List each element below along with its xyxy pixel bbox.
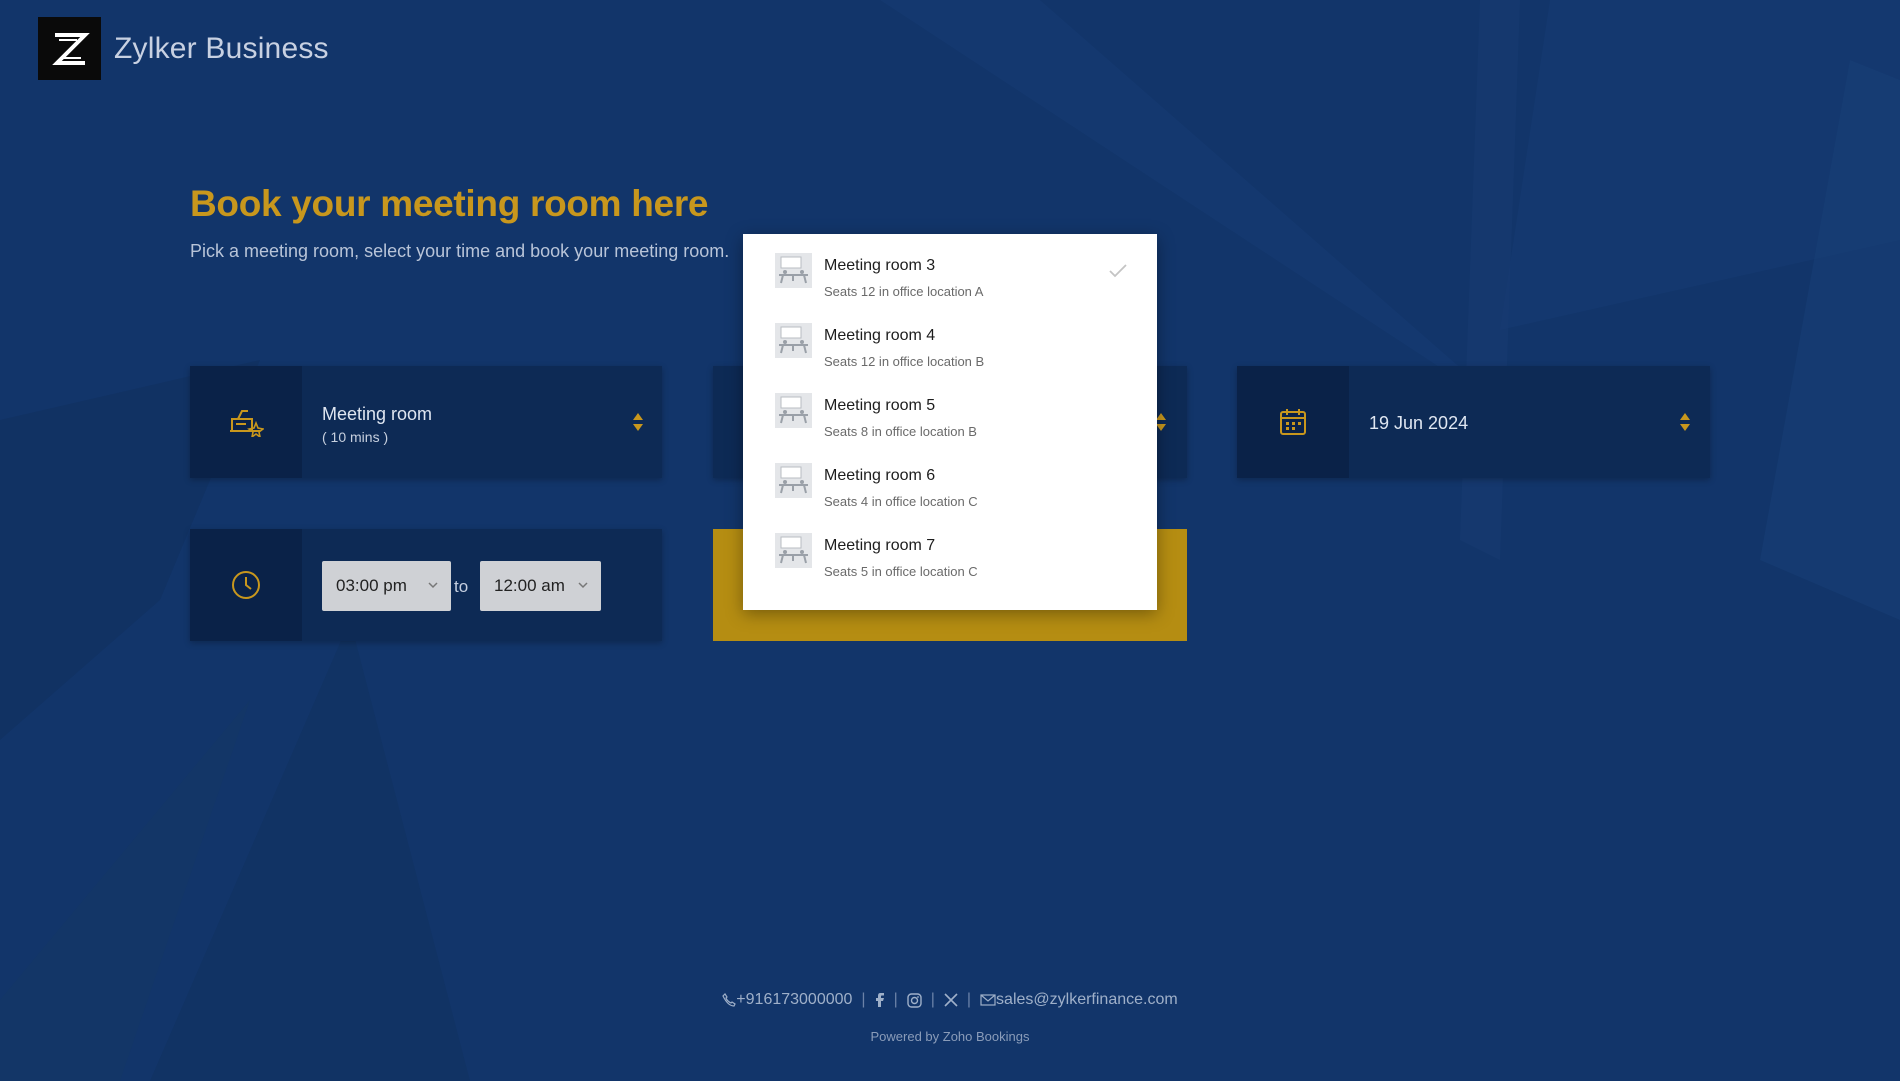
room-thumbnail-icon [775, 463, 812, 498]
footer-separator: | [861, 991, 866, 1008]
time-select: 03:00 pm to 12:00 am [190, 529, 662, 641]
service-title: Meeting room [322, 404, 433, 424]
chevron-down-icon [428, 582, 438, 589]
phone-link[interactable]: +916173000000 [736, 991, 852, 1009]
room-thumbnail-icon [775, 323, 812, 358]
dropdown-option[interactable]: Meeting room 6 Seats 4 in office locatio… [743, 444, 1157, 514]
date-value: 19 Jun 2024 [1369, 413, 1469, 433]
option-desc: Seats 5 in office location C [824, 564, 978, 579]
service-select[interactable]: Meeting room ( 10 mins ) [190, 366, 662, 478]
calendar-icon [1280, 409, 1306, 435]
room-thumbnail-icon [775, 253, 812, 288]
date-icon-cell [1237, 366, 1349, 478]
time-to-label: to [454, 577, 469, 596]
dropdown-option[interactable]: Meeting room 3 Seats 12 in office locati… [743, 234, 1157, 304]
date-select[interactable]: 19 Jun 2024 [1237, 366, 1710, 478]
brand: Zylker Business [38, 17, 329, 80]
option-name: Meeting room 3 [824, 257, 936, 274]
brand-name: Zylker Business [114, 31, 329, 65]
updown-icon [1680, 413, 1690, 431]
option-name: Meeting room 6 [824, 467, 936, 484]
option-desc: Seats 12 in office location B [824, 354, 985, 369]
start-time-value: 03:00 pm [336, 576, 407, 595]
footer-contact: +916173000000 | | | | sales@zylkerfinanc… [0, 991, 1900, 1009]
check-icon [1109, 264, 1127, 278]
service-icon [230, 410, 264, 437]
footer-separator: | [930, 991, 935, 1008]
end-time-select[interactable]: 12:00 am [480, 561, 601, 611]
email-link[interactable]: sales@zylkerfinance.com [996, 991, 1178, 1009]
clock-icon [232, 571, 260, 599]
option-desc: Seats 12 in office location A [824, 284, 984, 299]
page-subtitle: Pick a meeting room, select your time an… [190, 241, 730, 261]
page-title: Book your meeting room here [190, 183, 709, 224]
start-time-select[interactable]: 03:00 pm [322, 561, 451, 611]
facebook-icon[interactable] [875, 992, 885, 1008]
mail-icon [980, 994, 996, 1006]
zylker-logo [38, 17, 101, 80]
updown-icon [633, 413, 643, 431]
dropdown-option[interactable]: Meeting room 7 Seats 5 in office locatio… [743, 514, 1157, 584]
option-name: Meeting room 4 [824, 327, 936, 344]
time-icon-cell [190, 529, 302, 641]
dropdown-option[interactable]: Meeting room 4 Seats 12 in office locati… [743, 304, 1157, 374]
x-icon[interactable] [944, 993, 958, 1007]
meeting-room-dropdown: Meeting room 3 Seats 12 in office locati… [743, 234, 1157, 610]
instagram-icon[interactable] [907, 992, 922, 1008]
room-thumbnail-icon [775, 393, 812, 428]
phone-icon [722, 993, 737, 1007]
footer-separator: | [893, 991, 898, 1008]
room-thumbnail-icon [775, 533, 812, 568]
service-icon-cell [190, 366, 302, 478]
chevron-down-icon [578, 582, 588, 589]
option-desc: Seats 4 in office location C [824, 494, 978, 509]
footer-separator: | [966, 991, 972, 1008]
option-name: Meeting room 5 [824, 397, 936, 414]
end-time-value: 12:00 am [494, 576, 565, 595]
dropdown-option[interactable]: Meeting room 5 Seats 8 in office locatio… [743, 374, 1157, 444]
service-duration: ( 10 mins ) [322, 429, 389, 445]
option-name: Meeting room 7 [824, 537, 936, 554]
option-desc: Seats 8 in office location B [824, 424, 977, 439]
powered-by[interactable]: Powered by Zoho Bookings [0, 1029, 1900, 1044]
